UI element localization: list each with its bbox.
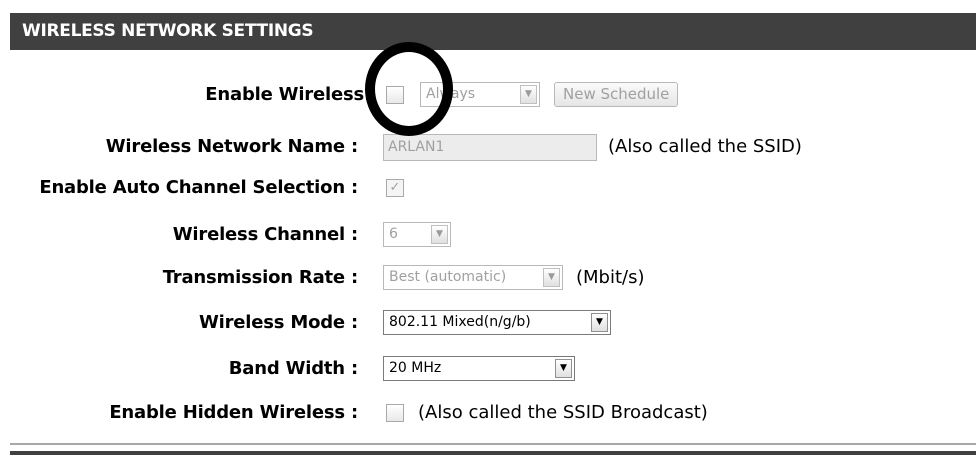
wireless-mode-label: Wireless Mode :: [198, 312, 358, 333]
wireless-mode-value: 802.11 Mixed(n/g/b): [389, 314, 531, 330]
section-header: WIRELESS NETWORK SETTINGS: [10, 13, 976, 50]
row-auto-channel: Enable Auto Channel Selection : ✓: [0, 171, 976, 205]
section-footer-bar: [10, 451, 976, 455]
transmission-rate-select[interactable]: Best (automatic) ▼: [383, 265, 563, 290]
network-name-label: Wireless Network Name :: [105, 136, 358, 157]
hidden-wireless-label: Enable Hidden Wireless :: [109, 402, 358, 423]
transmission-rate-value: Best (automatic): [389, 269, 507, 285]
row-band-width: Band Width : 20 MHz ▼: [0, 352, 976, 386]
enable-wireless-label: Enable Wireless: [205, 84, 364, 105]
ssid-note: (Also called the SSID): [608, 136, 802, 157]
chevron-down-icon: ▼: [543, 268, 560, 287]
new-schedule-button[interactable]: New Schedule: [554, 82, 679, 107]
chevron-down-icon: ▼: [431, 225, 448, 244]
chevron-down-icon: ▼: [520, 85, 537, 104]
band-width-select[interactable]: 20 MHz ▼: [383, 356, 575, 381]
row-network-name: Wireless Network Name : ARLAN1 (Also cal…: [0, 130, 976, 164]
row-transmission-rate: Transmission Rate : Best (automatic) ▼ (…: [0, 261, 976, 295]
wireless-channel-label: Wireless Channel :: [172, 224, 358, 245]
chevron-down-icon: ▼: [555, 359, 572, 378]
network-name-input[interactable]: ARLAN1: [383, 134, 597, 161]
row-wireless-channel: Wireless Channel : 6 ▼: [0, 218, 976, 252]
section-divider: [10, 443, 976, 445]
wireless-channel-value: 6: [389, 226, 398, 242]
row-wireless-mode: Wireless Mode : 802.11 Mixed(n/g/b) ▼: [0, 306, 976, 340]
circle-highlight-annotation: [365, 42, 453, 136]
wireless-channel-select[interactable]: 6 ▼: [383, 222, 451, 247]
rate-unit: (Mbit/s): [576, 267, 645, 288]
hidden-wireless-checkbox[interactable]: [386, 404, 404, 422]
band-width-value: 20 MHz: [389, 360, 442, 376]
row-enable-wireless: Enable Wireless Always ▼ New Schedule: [0, 78, 976, 112]
band-width-label: Band Width :: [228, 358, 358, 379]
transmission-rate-label: Transmission Rate :: [162, 267, 359, 288]
auto-channel-label: Enable Auto Channel Selection :: [39, 177, 358, 198]
checkmark-icon: ✓: [389, 180, 401, 195]
row-hidden-wireless: Enable Hidden Wireless : (Also called th…: [0, 396, 976, 430]
section-title: WIRELESS NETWORK SETTINGS: [22, 21, 314, 41]
chevron-down-icon: ▼: [591, 313, 608, 332]
ssid-broadcast-note: (Also called the SSID Broadcast): [418, 402, 708, 423]
auto-channel-checkbox[interactable]: ✓: [386, 179, 404, 197]
wireless-mode-select[interactable]: 802.11 Mixed(n/g/b) ▼: [383, 310, 611, 335]
